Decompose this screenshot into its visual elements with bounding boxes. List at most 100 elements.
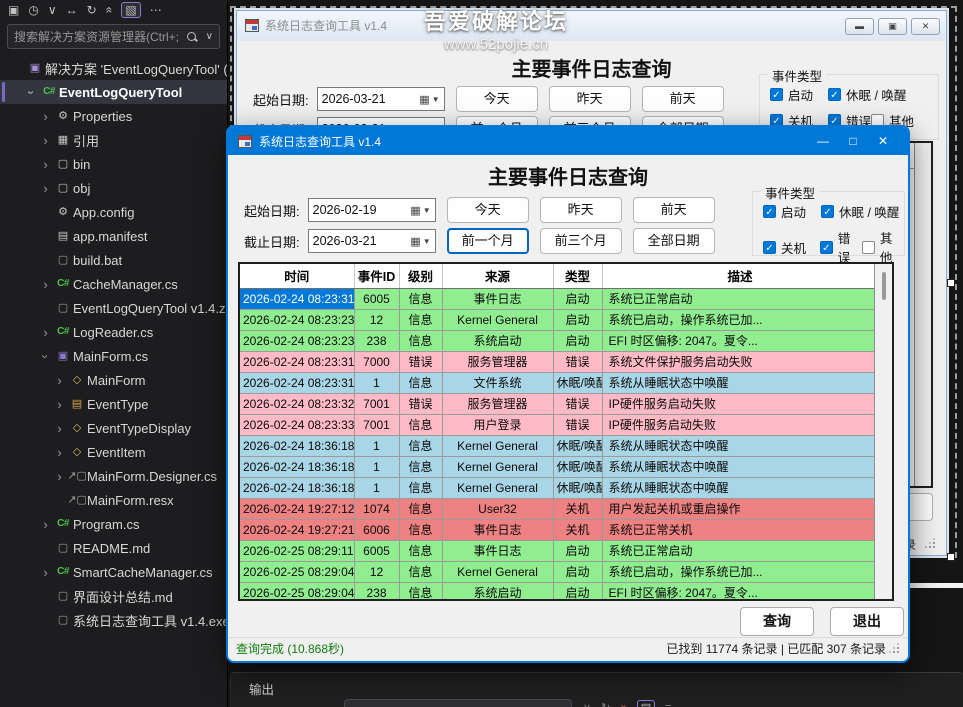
event-type-checkbox[interactable]: ✓错误	[820, 228, 862, 266]
cell-id[interactable]: 6006	[354, 519, 399, 540]
toggle-output-icon[interactable]: ≡	[665, 702, 671, 707]
tree-chevron-icon[interactable]: ›	[24, 85, 39, 100]
tree-item[interactable]: ›▤app.manifest	[0, 224, 227, 248]
cell-desc[interactable]: 系统从睡眠状态中唤醒	[602, 435, 874, 456]
cell-id[interactable]: 6005	[354, 540, 399, 561]
cell-time[interactable]: 2026-02-24 08:23:33	[240, 414, 354, 435]
tree-item[interactable]: ›↗▢MainForm.Designer.cs	[0, 464, 227, 488]
tree-chevron-icon[interactable]: ›	[52, 397, 67, 412]
unchecked-checkbox-icon[interactable]: ✓	[862, 241, 875, 254]
tree-item[interactable]: ›▣MainForm.cs	[0, 344, 227, 368]
cell-desc[interactable]: EFI 时区偏移: 2047。夏令...	[602, 330, 874, 351]
column-header[interactable]: 类型	[553, 264, 602, 288]
table-row[interactable]: 2026-02-24 08:23:316005信息事件日志启动系统已正常启动	[240, 288, 874, 309]
column-header[interactable]: 描述	[602, 264, 874, 288]
cell-level[interactable]: 信息	[399, 414, 442, 435]
tree-item[interactable]: ›⚙App.config	[0, 200, 227, 224]
cell-type[interactable]: 关机	[553, 498, 602, 519]
event-type-checkbox[interactable]: ✓关机	[763, 238, 820, 257]
cell-id[interactable]: 238	[354, 582, 399, 599]
go-to-message-icon[interactable]: ↻	[601, 701, 610, 707]
cell-desc[interactable]: 系统从睡眠状态中唤醒	[602, 456, 874, 477]
workspace-icon[interactable]: ▣	[8, 3, 19, 17]
cell-level[interactable]: 信息	[399, 519, 442, 540]
tree-chevron-icon[interactable]: ›	[52, 469, 67, 484]
cell-type[interactable]: 启动	[553, 582, 602, 599]
solution-explorer-search-box[interactable]: 搜索解决方案资源管理器(Ctrl+; ∨	[7, 24, 220, 49]
tree-chevron-icon[interactable]: ›	[52, 421, 67, 436]
cell-time[interactable]: 2026-02-24 19:27:21	[240, 519, 354, 540]
tree-item[interactable]: ›▢build.bat	[0, 248, 227, 272]
table-row[interactable]: 2026-02-24 08:23:327001错误服务管理器错误IP硬件服务启动…	[240, 393, 874, 414]
checked-checkbox-icon[interactable]: ✓	[821, 205, 834, 218]
column-header[interactable]: 来源	[442, 264, 553, 288]
tree-item[interactable]: ›C#Program.cs	[0, 512, 227, 536]
cell-level[interactable]: 信息	[399, 561, 442, 582]
maximize-button[interactable]: ▣	[878, 18, 907, 35]
tree-item[interactable]: ›▢EventLogQueryTool v1.4.z	[0, 296, 227, 320]
cell-type[interactable]: 关机	[553, 519, 602, 540]
cell-source[interactable]: 系统启动	[442, 582, 553, 599]
resize-grip[interactable]	[926, 539, 936, 549]
cell-desc[interactable]: EFI 时区偏移: 2047。夏令...	[602, 582, 874, 599]
cell-time[interactable]: 2026-02-25 08:29:04	[240, 561, 354, 582]
start-date-picker[interactable]: 2026-02-19 ▦ ▼	[308, 198, 436, 222]
tree-chevron-icon[interactable]: ›	[38, 181, 53, 196]
cell-id[interactable]: 12	[354, 309, 399, 330]
cell-type[interactable]: 休眠/唤醒	[553, 477, 602, 498]
minimize-button[interactable]: —	[808, 128, 838, 154]
cell-source[interactable]: Kernel General	[442, 309, 553, 330]
cell-time[interactable]: 2026-02-24 19:27:12	[240, 498, 354, 519]
cell-source[interactable]: 服务管理器	[442, 393, 553, 414]
more-options-icon[interactable]: ⋯	[150, 3, 162, 17]
selection-handle-corner[interactable]	[947, 553, 955, 561]
table-row[interactable]: 2026-02-24 08:23:2312信息Kernel General启动系…	[240, 309, 874, 330]
cell-type[interactable]: 错误	[553, 351, 602, 372]
cell-id[interactable]: 6005	[354, 288, 399, 309]
cell-id[interactable]: 7000	[354, 351, 399, 372]
cell-source[interactable]: 文件系统	[442, 372, 553, 393]
checked-checkbox-icon[interactable]: ✓	[763, 205, 776, 218]
cell-time[interactable]: 2026-02-24 08:23:31	[240, 351, 354, 372]
checked-checkbox-icon[interactable]: ✓	[820, 241, 833, 254]
tree-chevron-icon[interactable]: ›	[38, 277, 53, 292]
quick-button[interactable]: 前天	[642, 86, 724, 112]
cell-level[interactable]: 信息	[399, 330, 442, 351]
tree-item[interactable]: ›C#EventLogQueryTool	[0, 80, 227, 104]
cell-time[interactable]: 2026-02-24 18:36:18	[240, 477, 354, 498]
cell-source[interactable]: Kernel General	[442, 456, 553, 477]
quick-button[interactable]: 前天	[633, 197, 715, 223]
quick-button[interactable]: 昨天	[549, 86, 631, 112]
cell-level[interactable]: 信息	[399, 435, 442, 456]
cell-level[interactable]: 错误	[399, 351, 442, 372]
tree-chevron-icon[interactable]: ›	[38, 133, 53, 148]
tree-item[interactable]: ›C#CacheManager.cs	[0, 272, 227, 296]
quick-button[interactable]: 全部日期	[633, 228, 715, 254]
tree-item[interactable]: ›▢obj	[0, 176, 227, 200]
column-header[interactable]: 级别	[399, 264, 442, 288]
tree-item[interactable]: ›▣解决方案 'EventLogQueryTool' (	[0, 56, 227, 80]
tree-chevron-icon[interactable]: ›	[38, 517, 53, 532]
tree-item[interactable]: ›▢界面设计总结.md	[0, 584, 227, 608]
tree-chevron-icon[interactable]: ›	[38, 157, 53, 172]
quick-button[interactable]: 前一个月	[447, 228, 529, 254]
dropdown-arrow-icon[interactable]: ▼	[423, 206, 431, 215]
cell-type[interactable]: 启动	[553, 561, 602, 582]
cell-level[interactable]: 信息	[399, 309, 442, 330]
event-type-checkbox[interactable]: ✓休眠 / 唤醒	[828, 85, 906, 104]
cell-source[interactable]: 系统启动	[442, 330, 553, 351]
cell-source[interactable]: Kernel General	[442, 435, 553, 456]
clear-output-icon[interactable]: ×	[620, 702, 626, 707]
checked-checkbox-icon[interactable]: ✓	[828, 88, 841, 101]
search-icon[interactable]	[186, 31, 198, 43]
dropdown-arrow-icon[interactable]: ▼	[432, 95, 440, 104]
cell-type[interactable]: 启动	[553, 330, 602, 351]
cell-time[interactable]: 2026-02-24 08:23:31	[240, 372, 354, 393]
tree-item[interactable]: ›▦引用	[0, 128, 227, 152]
tree-chevron-icon[interactable]: ›	[38, 325, 53, 340]
table-row[interactable]: 2026-02-24 18:36:181信息Kernel General休眠/唤…	[240, 477, 874, 498]
table-row[interactable]: 2026-02-24 18:36:181信息Kernel General休眠/唤…	[240, 456, 874, 477]
cell-time[interactable]: 2026-02-24 18:36:18	[240, 435, 354, 456]
cell-source[interactable]: 事件日志	[442, 519, 553, 540]
cell-level[interactable]: 信息	[399, 477, 442, 498]
